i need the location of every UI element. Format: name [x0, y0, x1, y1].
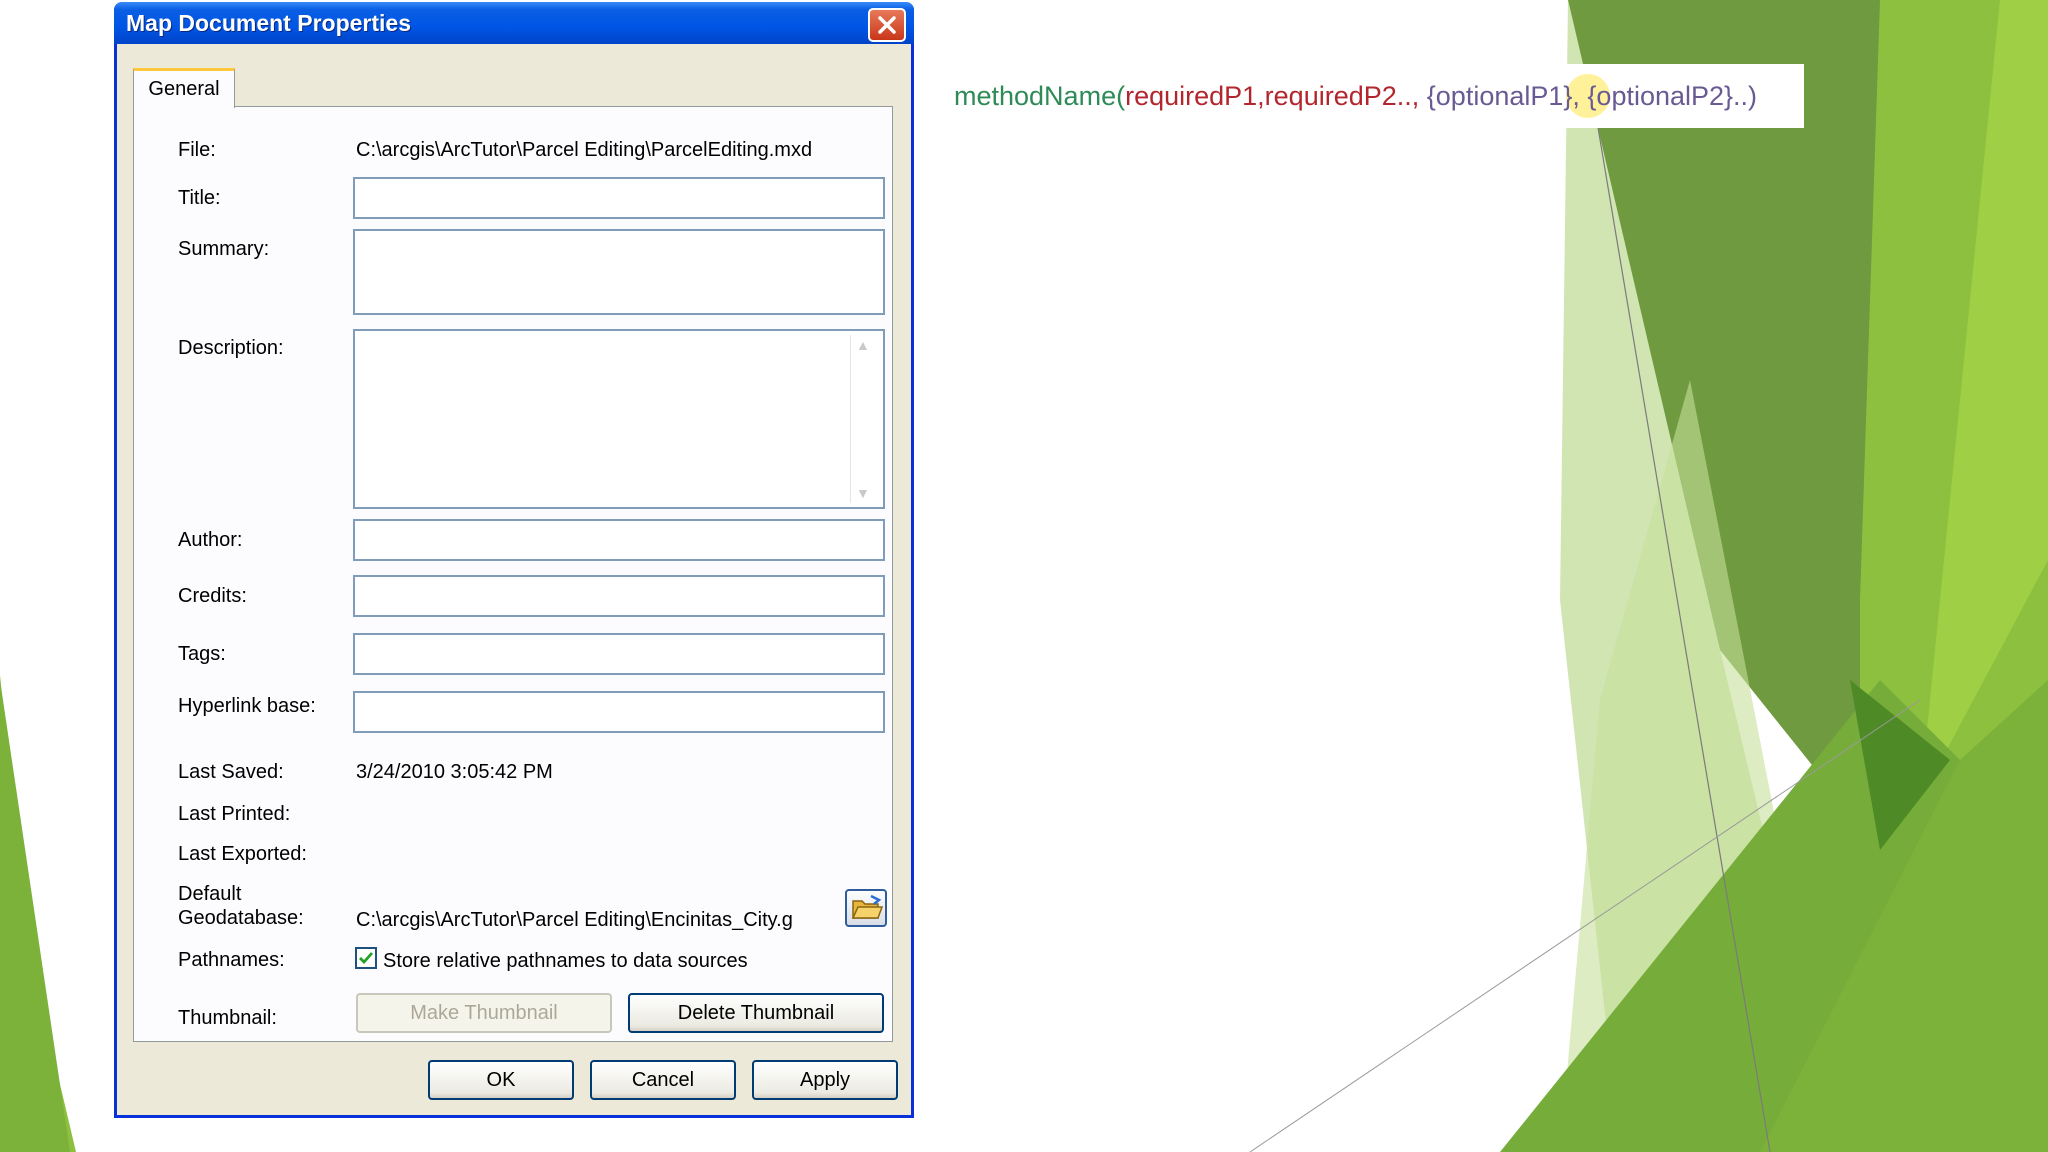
- map-document-properties-dialog: Map Document Properties General File: C:…: [114, 2, 914, 1118]
- author-field[interactable]: [353, 519, 885, 561]
- scroll-down-icon[interactable]: ▼: [856, 485, 870, 501]
- summary-label: Summary:: [178, 238, 270, 260]
- optional-params-text: {optionalP1}, {optionalP2}..): [1419, 81, 1758, 111]
- tags-label: Tags:: [178, 643, 226, 665]
- summary-field[interactable]: [353, 229, 885, 315]
- credits-label: Credits:: [178, 585, 247, 607]
- dialog-titlebar[interactable]: Map Document Properties: [114, 2, 914, 44]
- default-geodatabase-label-line2: Geodatabase:: [178, 907, 304, 929]
- hyperlink-base-label: Hyperlink base:: [178, 695, 316, 717]
- description-field[interactable]: ▲ ▼: [353, 329, 885, 509]
- tab-general[interactable]: General: [133, 68, 235, 108]
- last-saved-value: 3/24/2010 3:05:42 PM: [356, 761, 553, 783]
- open-folder-icon: [851, 894, 884, 919]
- close-icon: [878, 16, 896, 34]
- title-label: Title:: [178, 187, 221, 209]
- general-tab-panel: File: C:\arcgis\ArcTutor\Parcel Editing\…: [133, 106, 893, 1042]
- description-label: Description:: [178, 337, 284, 359]
- default-geodatabase-value: C:\arcgis\ArcTutor\Parcel Editing\Encini…: [356, 909, 793, 931]
- checkmark-icon: [359, 952, 374, 965]
- last-saved-label: Last Saved:: [178, 761, 284, 783]
- credits-field[interactable]: [353, 575, 885, 617]
- last-exported-label: Last Exported:: [178, 843, 307, 865]
- file-label: File:: [178, 139, 216, 161]
- method-name-text: methodName(: [954, 81, 1126, 111]
- ok-button[interactable]: OK: [428, 1060, 574, 1100]
- required-params-text: requiredP1,requiredP2..,: [1125, 81, 1420, 111]
- cancel-button[interactable]: Cancel: [590, 1060, 736, 1100]
- last-printed-label: Last Printed:: [178, 803, 291, 825]
- tags-field[interactable]: [353, 633, 885, 675]
- file-path-value: C:\arcgis\ArcTutor\Parcel Editing\Parcel…: [356, 139, 813, 161]
- scroll-up-icon[interactable]: ▲: [856, 337, 870, 353]
- dialog-title: Map Document Properties: [126, 10, 411, 36]
- method-signature-snippet: methodName(requiredP1,requiredP2.., {opt…: [946, 64, 1804, 128]
- title-field[interactable]: [353, 177, 885, 219]
- hyperlink-base-field[interactable]: [353, 691, 885, 733]
- store-relative-pathnames-checkbox[interactable]: [355, 947, 377, 969]
- default-geodatabase-label-line1: Default: [178, 883, 242, 905]
- make-thumbnail-button[interactable]: Make Thumbnail: [356, 993, 612, 1033]
- thumbnail-label: Thumbnail:: [178, 1007, 277, 1029]
- store-relative-pathnames-label[interactable]: Store relative pathnames to data sources: [383, 950, 748, 973]
- apply-button[interactable]: Apply: [752, 1060, 898, 1100]
- pathnames-label: Pathnames:: [178, 949, 285, 971]
- author-label: Author:: [178, 529, 243, 551]
- close-button[interactable]: [868, 8, 906, 42]
- browse-geodatabase-button[interactable]: [845, 889, 887, 927]
- description-scrollbar[interactable]: ▲ ▼: [850, 335, 879, 503]
- delete-thumbnail-button[interactable]: Delete Thumbnail: [628, 993, 884, 1033]
